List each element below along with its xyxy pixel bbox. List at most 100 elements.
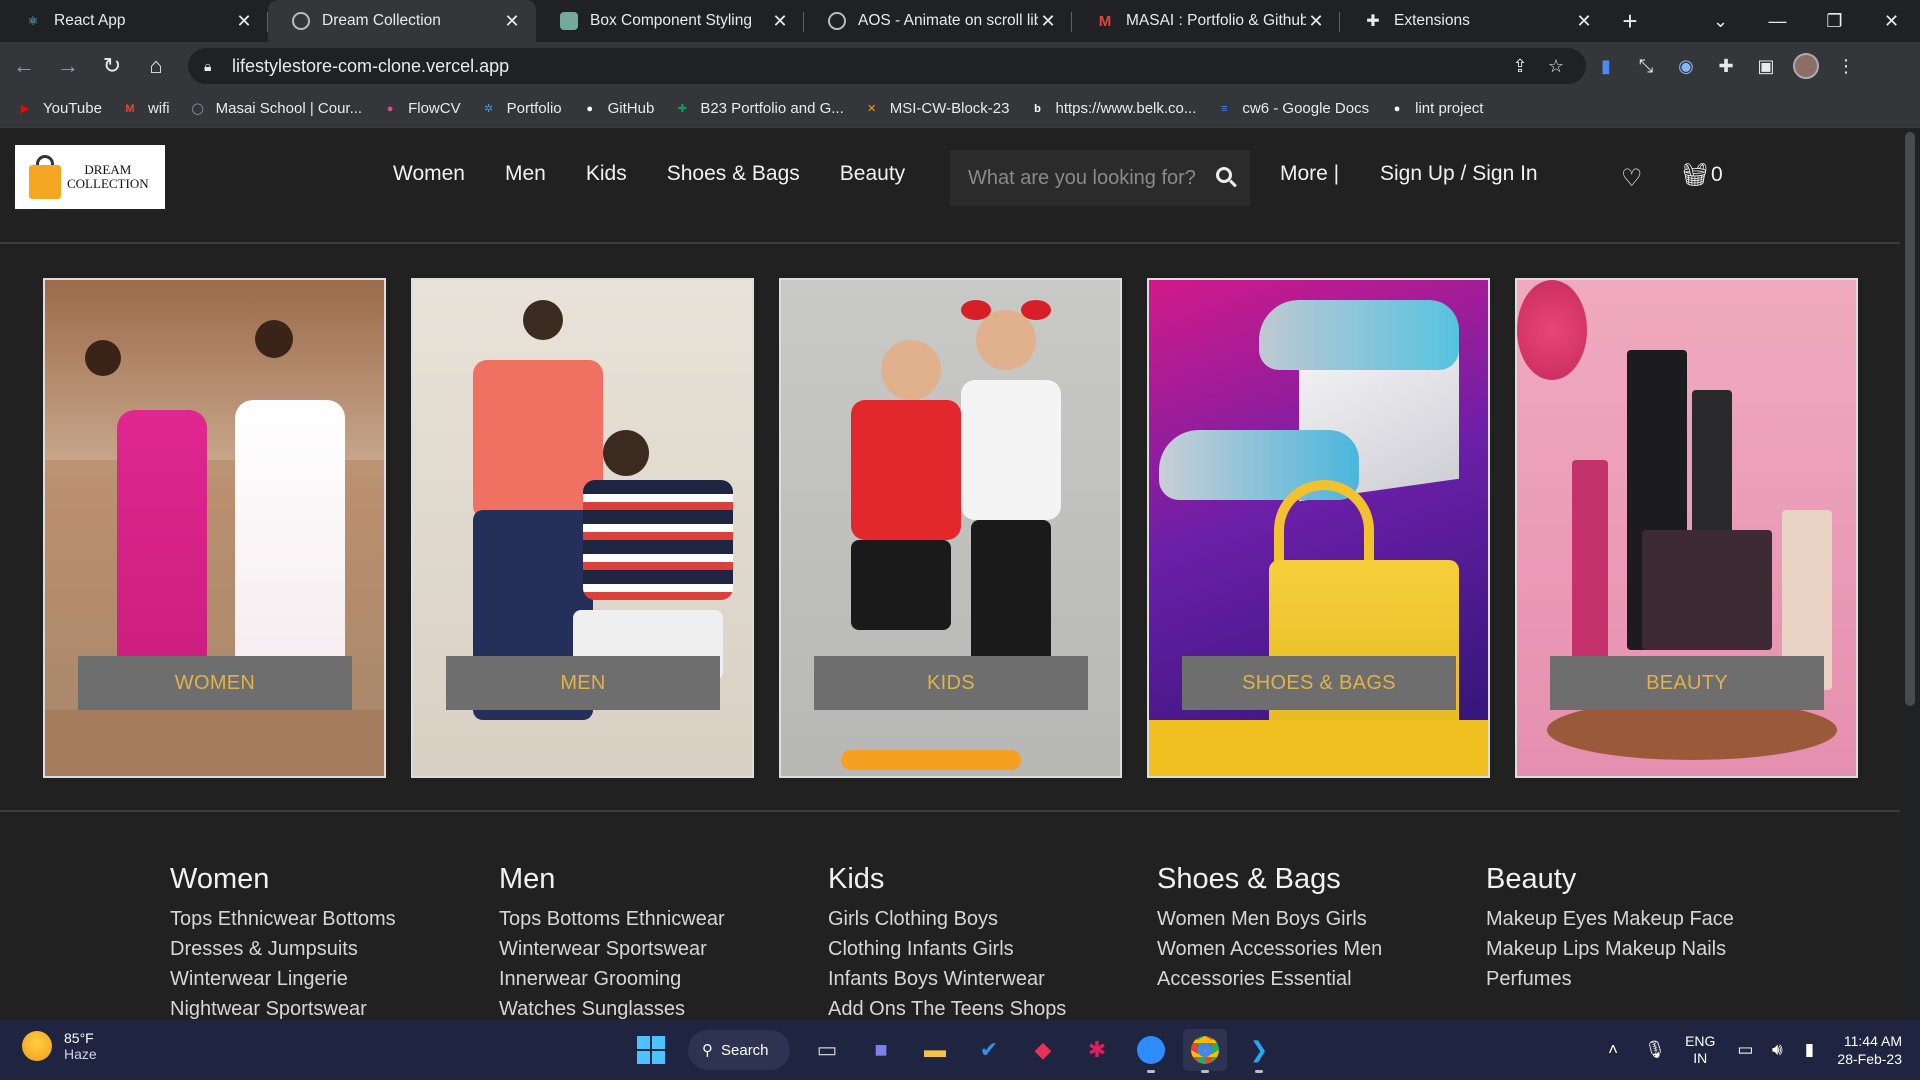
bookmark-item[interactable]: ≡ cw6 - Google Docs (1215, 100, 1369, 118)
tab-search-icon[interactable]: ⌄ (1692, 0, 1749, 42)
nav-kids[interactable]: Kids (586, 162, 627, 186)
footer-link[interactable]: Nightwear Sportswear (170, 994, 499, 1020)
footer-link[interactable]: Winterwear Lingerie (170, 964, 499, 994)
tab-aos[interactable]: AOS - Animate on scroll libr ✕ (804, 0, 1072, 42)
close-icon[interactable]: ✕ (770, 11, 790, 32)
extension-icon[interactable]: ▮ (1586, 46, 1626, 86)
bookmark-item[interactable]: Mwifi (121, 100, 169, 118)
app-icon[interactable]: ◆ (1021, 1029, 1065, 1071)
extension-icon[interactable]: ◉ (1666, 46, 1706, 86)
bookmark-item[interactable]: ● lint project (1388, 100, 1484, 118)
search-icon[interactable] (1216, 167, 1238, 189)
footer-link[interactable]: Watches Sunglasses (499, 994, 828, 1020)
close-icon[interactable]: ✕ (234, 11, 254, 32)
bookmark-item[interactable]: ▶ YouTube (16, 100, 102, 118)
bookmark-item[interactable]: ✲ Portfolio (480, 100, 562, 118)
nav-shoes-bags[interactable]: Shoes & Bags (667, 162, 800, 186)
footer-heading[interactable]: Women (170, 863, 499, 896)
page-scrollbar[interactable] (1900, 128, 1920, 1020)
bookmark-item[interactable]: ✚ B23 Portfolio and G... (673, 100, 844, 118)
chrome-icon[interactable] (1183, 1029, 1227, 1073)
category-card-men[interactable]: MEN (411, 278, 754, 778)
microphone-icon[interactable]: 🎙︎ (1639, 1040, 1671, 1060)
url-text[interactable]: lifestylestore-com-clone.vercel.app (232, 56, 1502, 77)
slack-icon[interactable]: ✱ (1075, 1029, 1119, 1071)
bookmark-item[interactable]: ✕ MSI-CW-Block-23 (863, 100, 1009, 118)
clock[interactable]: 11:44 AM 28-Feb-23 (1837, 1032, 1902, 1068)
nav-women[interactable]: Women (393, 162, 465, 186)
footer-link[interactable]: Girls Clothing Boys (828, 904, 1157, 934)
reload-button[interactable]: ↻ (92, 46, 132, 86)
footer-link[interactable]: Women Men Boys Girls (1157, 904, 1486, 934)
bookmark-item[interactable]: b https://www.belk.co... (1029, 100, 1196, 118)
logo[interactable]: DREAM COLLECTION (15, 145, 165, 209)
start-button[interactable] (629, 1029, 673, 1071)
vscode-icon[interactable]: ❯ (1237, 1029, 1281, 1073)
kebab-menu-icon[interactable]: ⋮ (1826, 46, 1866, 86)
footer-link[interactable]: Makeup Lips Makeup Nails (1486, 934, 1815, 964)
footer-link[interactable]: Winterwear Sportswear (499, 934, 828, 964)
zoom-icon[interactable] (1129, 1029, 1173, 1073)
card-label-women[interactable]: WOMEN (78, 656, 352, 710)
close-icon[interactable]: ✕ (1574, 11, 1594, 32)
language-indicator[interactable]: ENG IN (1685, 1033, 1715, 1067)
task-view-icon[interactable]: ▭ (805, 1029, 849, 1071)
footer-link[interactable]: Perfumes (1486, 964, 1815, 994)
category-card-beauty[interactable]: BEAUTY (1515, 278, 1858, 778)
new-tab-button[interactable]: + (1608, 0, 1652, 42)
restore-button[interactable]: ❐ (1806, 0, 1863, 42)
footer-heading[interactable]: Men (499, 863, 828, 896)
file-explorer-icon[interactable]: ▬ (913, 1029, 957, 1071)
bookmark-star-icon[interactable]: ☆ (1538, 56, 1574, 77)
footer-link[interactable]: Add Ons The Teens Shops (828, 994, 1157, 1020)
minimize-button[interactable]: — (1749, 0, 1806, 42)
close-window-button[interactable]: ✕ (1863, 0, 1920, 42)
side-panel-icon[interactable]: ▣ (1746, 46, 1786, 86)
cart-button[interactable]: 🧺︎ 0 (1681, 162, 1723, 188)
profile-avatar[interactable] (1786, 46, 1826, 86)
footer-link[interactable]: Tops Ethnicwear Bottoms (170, 904, 499, 934)
close-icon[interactable]: ✕ (1306, 11, 1326, 32)
card-label-beauty[interactable]: BEAUTY (1550, 656, 1824, 710)
todo-icon[interactable]: ✔ (967, 1029, 1011, 1071)
category-card-shoes-bags[interactable]: SHOES & BAGS (1147, 278, 1490, 778)
forward-button[interactable]: → (48, 46, 88, 86)
footer-link[interactable]: Clothing Infants Girls (828, 934, 1157, 964)
back-button[interactable]: ← (4, 46, 44, 86)
card-label-shoes-bags[interactable]: SHOES & BAGS (1182, 656, 1456, 710)
home-button[interactable]: ⌂ (136, 46, 176, 86)
bookmark-item[interactable]: ● FlowCV (381, 100, 461, 118)
network-icon[interactable]: ▭ (1729, 1040, 1761, 1060)
footer-link[interactable]: Accessories Essential (1157, 964, 1486, 994)
nav-men[interactable]: Men (505, 162, 546, 186)
footer-link[interactable]: Dresses & Jumpsuits (170, 934, 499, 964)
footer-heading[interactable]: Kids (828, 863, 1157, 896)
footer-link[interactable]: Makeup Eyes Makeup Face (1486, 904, 1815, 934)
footer-link[interactable]: Infants Boys Winterwear (828, 964, 1157, 994)
teams-chat-icon[interactable]: ■ (859, 1029, 903, 1071)
card-label-men[interactable]: MEN (446, 656, 720, 710)
footer-link[interactable]: Innerwear Grooming (499, 964, 828, 994)
address-bar[interactable]: 🔒︎ lifestylestore-com-clone.vercel.app ⇪… (188, 48, 1586, 84)
close-icon[interactable]: ✕ (502, 11, 522, 32)
tab-react-app[interactable]: ⚛ React App ✕ (0, 0, 268, 42)
bookmark-item[interactable]: ◯ Masai School | Cour... (189, 100, 362, 118)
tab-masai[interactable]: M MASAI : Portfolio & Github ✕ (1072, 0, 1340, 42)
tab-dream-collection[interactable]: Dream Collection ✕ (268, 0, 536, 42)
nav-beauty[interactable]: Beauty (840, 162, 905, 186)
signup-signin-link[interactable]: Sign Up / Sign In (1380, 162, 1538, 186)
category-card-kids[interactable]: KIDS (779, 278, 1122, 778)
scrollbar-thumb[interactable] (1905, 132, 1915, 706)
share-icon[interactable]: ⇪ (1502, 56, 1538, 77)
weather-widget[interactable]: 85°F Haze (22, 1030, 97, 1062)
wishlist-heart-icon[interactable]: ♡ (1621, 164, 1643, 193)
volume-icon[interactable]: 🔊︎ (1761, 1040, 1793, 1060)
tab-box-component[interactable]: Box Component Styling ✕ (536, 0, 804, 42)
puzzle-icon[interactable]: ✚ (1706, 46, 1746, 86)
category-card-women[interactable]: WOMEN (43, 278, 386, 778)
search-input[interactable] (968, 166, 1208, 190)
card-label-kids[interactable]: KIDS (814, 656, 1088, 710)
chevron-up-icon[interactable]: ˄ (1597, 1040, 1629, 1060)
footer-link[interactable]: Women Accessories Men (1157, 934, 1486, 964)
close-icon[interactable]: ✕ (1038, 11, 1058, 32)
